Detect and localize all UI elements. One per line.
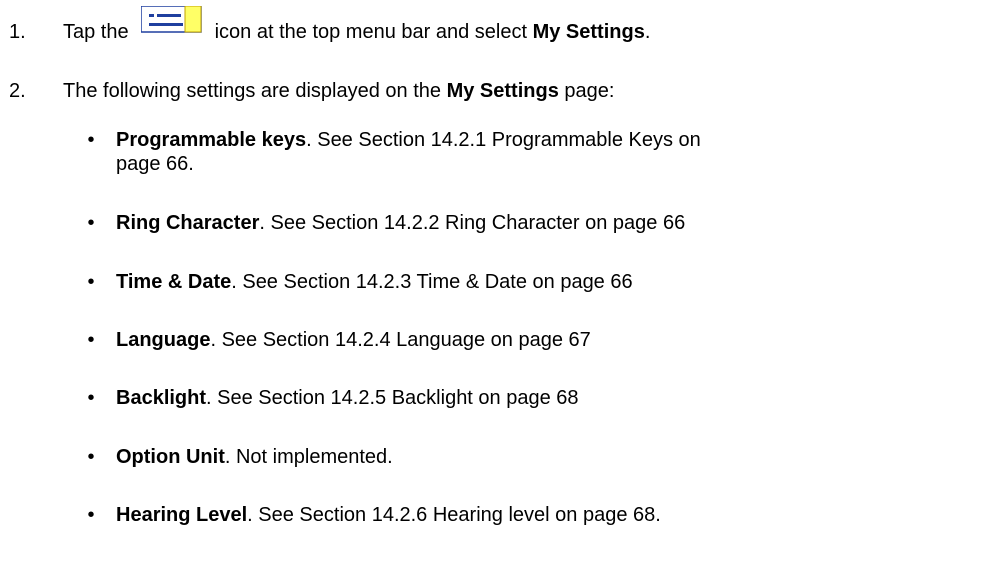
- step-2-text: The following settings are displayed on …: [63, 79, 614, 103]
- list-item-body: Option Unit. Not implemented.: [116, 445, 393, 469]
- step-1-text: Tap the icon at the top menu bar and sel…: [63, 6, 651, 44]
- bullet-icon: •: [87, 329, 95, 351]
- step-1-end: .: [644, 21, 651, 43]
- bullet-icon: •: [87, 129, 95, 151]
- setting-description: . See Section 14.2.4 Language on page 67: [210, 329, 591, 351]
- list-item-line-1: Programmable keys. See Section 14.2.1 Pr…: [116, 128, 701, 152]
- step-2-my-settings: My Settings: [446, 80, 559, 102]
- setting-name: Programmable keys: [116, 129, 307, 151]
- step-1-my-settings: My Settings: [532, 21, 645, 43]
- setting-name: Ring Character: [116, 212, 260, 234]
- step-1-number: 1.: [9, 21, 26, 43]
- setting-description-continued: page 66.: [116, 153, 194, 175]
- setting-name: Hearing Level: [116, 504, 248, 526]
- list-item-body: Ring Character. See Section 14.2.2 Ring …: [116, 211, 685, 235]
- list-item-body: Time & Date. See Section 14.2.3 Time & D…: [116, 270, 633, 294]
- bullet-icon: •: [87, 446, 95, 468]
- setting-description: . Not implemented.: [224, 446, 393, 468]
- list-item-body: Hearing Level. See Section 14.2.6 Hearin…: [116, 503, 661, 527]
- bullet-icon: •: [87, 212, 95, 234]
- step-2-number: 2.: [9, 80, 26, 102]
- settings-menu-icon: [129, 6, 215, 33]
- setting-description: . See Section 14.2.3 Time & Date on page…: [231, 271, 633, 293]
- list-item-body: Programmable keys. See Section 14.2.1 Pr…: [116, 128, 701, 176]
- setting-name: Backlight: [116, 387, 207, 409]
- setting-description: . See Section 14.2.5 Backlight on page 6…: [206, 387, 579, 409]
- step-1-text-before-icon: Tap the: [63, 21, 129, 43]
- list-item-body: Backlight. See Section 14.2.5 Backlight …: [116, 386, 579, 410]
- setting-name: Time & Date: [116, 271, 232, 293]
- step-2-text-before: The following settings are displayed on …: [63, 80, 442, 102]
- setting-name: Language: [116, 329, 211, 351]
- setting-description: . See Section 14.2.2 Ring Character on p…: [259, 212, 686, 234]
- setting-name: Option Unit: [116, 446, 225, 468]
- bullet-icon: •: [87, 504, 95, 526]
- step-1-text-after-icon: icon at the top menu bar and select: [214, 21, 528, 43]
- bullet-icon: •: [87, 387, 95, 409]
- list-item-body: Language. See Section 14.2.4 Language on…: [116, 328, 591, 352]
- setting-description: . See Section 14.2.6 Hearing level on pa…: [247, 504, 661, 526]
- step-2-text-after: page:: [564, 80, 615, 102]
- bullet-icon: •: [87, 271, 95, 293]
- setting-description: . See Section 14.2.1 Programmable Keys o…: [306, 129, 701, 151]
